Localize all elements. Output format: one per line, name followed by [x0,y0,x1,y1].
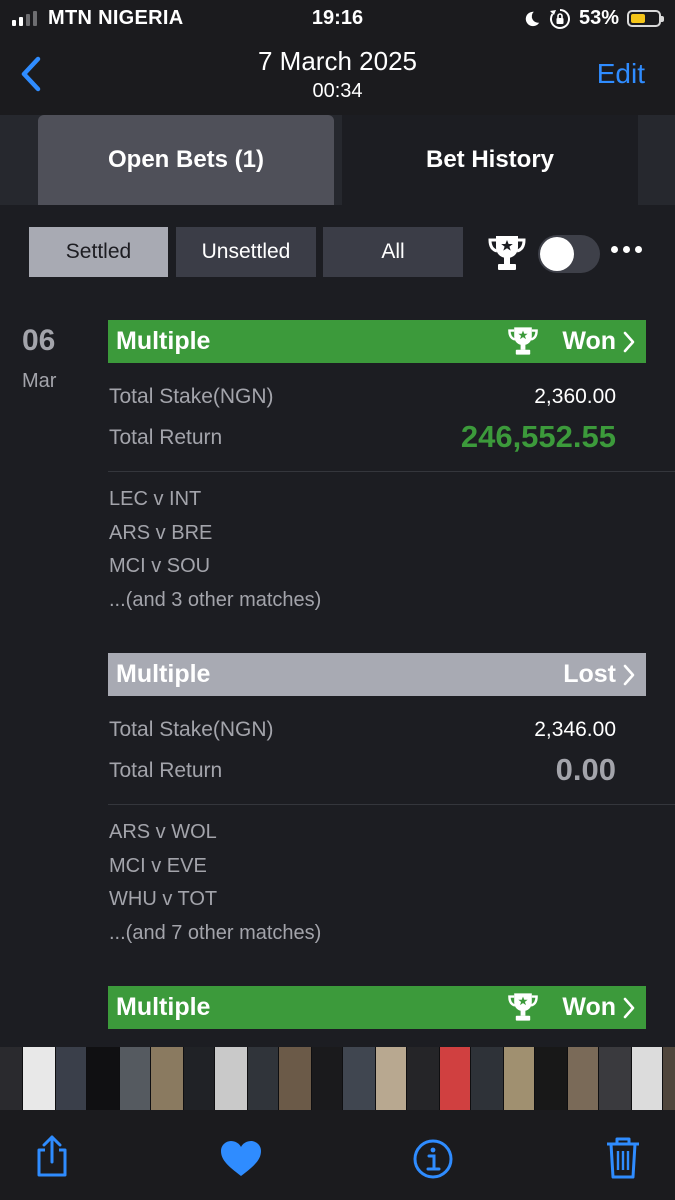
return-value: 246,552.55 [460,419,616,454]
stake-value: 2,346.00 [534,718,616,741]
photo-thumbnail[interactable] [120,1047,151,1110]
date-month: Mar [22,370,57,392]
photo-thumbnail[interactable] [215,1047,248,1110]
top-chrome: MTN NIGERIA 19:16 53% 7 March 2025 00:34… [0,0,675,115]
photo-thumbnail[interactable] [279,1047,312,1110]
bet-type: Multiple [116,993,211,1021]
photo-thumbnail[interactable] [632,1047,663,1110]
match-item: ARS v WOL [109,821,217,843]
photo-thumbnail[interactable] [599,1047,632,1110]
battery-percent: 53% [578,7,619,29]
stake-value: 2,360.00 [534,385,616,408]
return-label: Total Return [109,426,223,449]
photo-thumbnail[interactable] [568,1047,599,1110]
photo-thumbnail[interactable] [87,1047,120,1110]
trophy-icon [508,993,538,1021]
return-value: 0.00 [555,752,616,787]
filter-bar: Settled Unsettled All [0,205,675,298]
filter-settled-button[interactable]: Settled [29,227,168,277]
stake-label: Total Stake(NGN) [109,385,274,408]
toggle-knob [540,237,574,271]
photo-thumbnail[interactable] [343,1047,376,1110]
photo-thumbnail[interactable] [312,1047,343,1110]
moon-icon [525,11,540,26]
trash-icon[interactable] [604,1136,642,1180]
bet-header-won[interactable]: Multiple Won [108,986,646,1029]
divider [108,804,675,805]
status-right: 53% [523,7,664,30]
bet-type: Multiple [116,327,211,355]
trophy-icon [508,327,538,355]
photo-thumbnail[interactable] [376,1047,407,1110]
bottom-toolbar [0,1110,675,1200]
info-icon[interactable] [412,1138,454,1180]
bet-result: Won [562,327,616,355]
won-only-toggle[interactable] [538,235,600,273]
photo-thumbnail[interactable] [535,1047,568,1110]
filter-unsettled-button[interactable]: Unsettled [176,227,316,277]
more-matches: ...(and 3 other matches) [109,589,322,611]
match-item: MCI v EVE [109,855,207,877]
bet-header-lost[interactable]: Multiple Lost [108,653,646,696]
bet-type: Multiple [116,660,211,688]
bet-result: Won [562,993,616,1021]
photo-thumbnail[interactable] [56,1047,87,1110]
photo-thumbnail[interactable] [504,1047,535,1110]
date-day: 06 [22,324,56,357]
status-bar: MTN NIGERIA 19:16 53% [0,0,675,38]
more-matches: ...(and 7 other matches) [109,922,322,944]
photo-thumbnail-strip[interactable] [0,1047,675,1110]
photo-thumbnail[interactable] [471,1047,504,1110]
bet-header-won[interactable]: Multiple Won [108,320,646,363]
bet-tabs: Open Bets (1) Bet History [0,115,675,205]
tab-open-bets[interactable]: Open Bets (1) [38,115,334,205]
battery-icon [627,10,664,27]
divider [108,471,675,472]
photo-thumbnail[interactable] [663,1047,675,1110]
photo-thumbnail[interactable] [248,1047,279,1110]
match-item: ARS v BRE [109,522,213,544]
trophy-icon[interactable] [486,233,528,273]
nav-bar: 7 March 2025 00:34 Edit [0,38,675,115]
photo-thumbnail[interactable] [184,1047,215,1110]
chevron-right-icon [623,997,635,1019]
match-item: WHU v TOT [109,888,218,910]
chevron-right-icon [623,331,635,353]
photo-thumbnail[interactable] [23,1047,56,1110]
heart-icon[interactable] [220,1140,262,1178]
rotation-lock-icon [549,8,570,29]
tab-bet-history[interactable]: Bet History [342,115,638,205]
photo-thumbnail[interactable] [407,1047,440,1110]
photo-thumbnail[interactable] [0,1047,23,1110]
photo-thumbnail[interactable] [440,1047,471,1110]
share-icon[interactable] [32,1134,72,1178]
photo-thumbnail[interactable] [151,1047,184,1110]
stake-label: Total Stake(NGN) [109,718,274,741]
nav-title: 7 March 2025 [258,46,417,76]
edit-button[interactable]: Edit [597,58,645,90]
bet-result: Lost [563,660,616,688]
match-item: LEC v INT [109,488,202,510]
filter-all-button[interactable]: All [323,227,463,277]
nav-subtitle: 00:34 [312,80,363,102]
match-item: MCI v SOU [109,555,211,577]
ellipsis-icon[interactable] [611,246,642,253]
return-label: Total Return [109,759,223,782]
chevron-right-icon [623,664,635,686]
